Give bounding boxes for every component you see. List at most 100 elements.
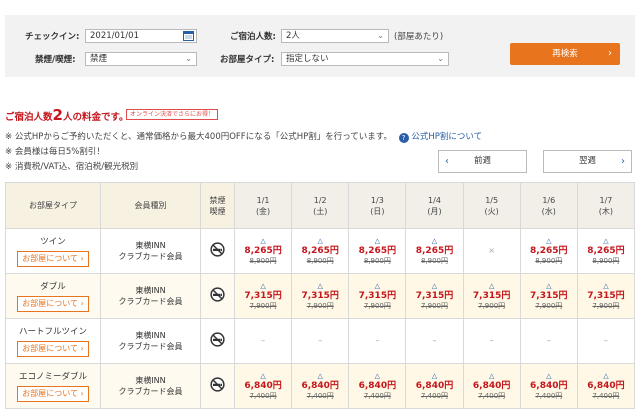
original-price: 7,900円 bbox=[592, 302, 620, 310]
no-smoking-icon bbox=[210, 287, 225, 302]
original-price: 8,900円 bbox=[420, 257, 449, 265]
help-icon[interactable]: ? bbox=[398, 133, 409, 143]
price-cell[interactable]: △ 7,315円 7,900円 bbox=[519, 273, 578, 319]
price: 8,265円 bbox=[415, 246, 454, 256]
header-room-type: お部屋タイプ bbox=[5, 182, 101, 229]
info-line-tax: ※ 消費税/VAT込、宿泊税/観光税別 bbox=[5, 162, 139, 172]
next-week-button[interactable]: 翌週 › bbox=[543, 150, 632, 173]
price-cell[interactable]: △ 8,265円 8,900円 bbox=[233, 228, 293, 274]
availability-triangle-icon: △ bbox=[603, 237, 609, 245]
no-data-dash: – bbox=[432, 336, 437, 345]
info-line-member: ※ 会員様は毎日5%割引！ bbox=[5, 147, 105, 157]
room-name: エコノミーダブル bbox=[18, 372, 87, 382]
price-cell[interactable]: △ 6,840円 7,400円 bbox=[576, 363, 636, 409]
availability-triangle-icon: △ bbox=[260, 282, 266, 290]
room-type-cell: ダブルお部屋について › bbox=[5, 273, 101, 319]
original-price: 7,400円 bbox=[592, 392, 620, 400]
original-price: 7,400円 bbox=[420, 392, 449, 400]
original-price: 7,400円 bbox=[363, 392, 391, 400]
header-date: 1/2 (土) bbox=[291, 182, 350, 229]
price-cell[interactable]: △ 7,315円 7,900円 bbox=[233, 273, 293, 319]
availability-triangle-icon: △ bbox=[374, 282, 381, 290]
table-row: ツイン お部屋について › 東横INN クラブカード会員 △ 8,265円 8,900円 △ 8… bbox=[5, 228, 636, 274]
price-cell[interactable]: △ 7,315円 7,900円 bbox=[462, 273, 521, 319]
roomtype-select[interactable]: 指定しない ⌄ bbox=[281, 52, 449, 66]
price: 6,840円 bbox=[415, 381, 454, 391]
availability-triangle-icon: △ bbox=[260, 372, 266, 380]
price: 7,315円 bbox=[358, 291, 397, 301]
room-details-button[interactable]: お部屋について › bbox=[17, 386, 89, 402]
price-cell[interactable]: △ 7,315円 7,900円 bbox=[348, 273, 407, 319]
smoking-cell bbox=[200, 273, 235, 319]
header-date: 1/5 (火) bbox=[462, 182, 521, 229]
guests-select[interactable]: 2人 ⌄ bbox=[281, 29, 389, 43]
price-cell[interactable]: △ 8,265円 8,900円 bbox=[519, 228, 578, 274]
chevron-right-icon: › bbox=[621, 156, 625, 167]
price: 8,265円 bbox=[530, 246, 568, 256]
search-button[interactable]: 再検索 › bbox=[510, 43, 620, 65]
calendar-icon[interactable] bbox=[183, 31, 194, 41]
availability-triangle-icon: △ bbox=[488, 372, 495, 380]
price: 8,265円 bbox=[358, 246, 397, 256]
price: 6,840円 bbox=[530, 381, 568, 391]
price-cell[interactable]: △ 7,315円 7,900円 bbox=[405, 273, 464, 319]
no-smoking-icon bbox=[210, 332, 225, 347]
original-price: 7,900円 bbox=[249, 302, 277, 310]
price-cell-none: – bbox=[519, 318, 578, 364]
header-member-type: 会員種別 bbox=[100, 182, 201, 229]
guests-note: (部屋あたり) bbox=[394, 32, 444, 42]
header-smoking: 禁煙 喫煙 bbox=[200, 182, 235, 229]
price-cell[interactable]: △ 6,840円 7,400円 bbox=[233, 363, 293, 409]
original-price: 7,900円 bbox=[363, 302, 391, 310]
chevron-left-icon: ‹ bbox=[445, 156, 449, 167]
availability-triangle-icon: △ bbox=[374, 237, 381, 245]
price-cell-none: – bbox=[348, 318, 407, 364]
price-cell[interactable]: △ 6,840円 7,400円 bbox=[291, 363, 350, 409]
availability-triangle-icon: △ bbox=[546, 237, 552, 245]
room-details-button[interactable]: お部屋について › bbox=[17, 296, 89, 312]
room-type-cell: エコノミーダブルお部屋について › bbox=[5, 363, 101, 409]
chevron-down-icon: ⌄ bbox=[377, 31, 384, 40]
smoking-cell bbox=[200, 228, 235, 274]
room-name: ツイン bbox=[40, 237, 66, 247]
price-cell[interactable]: △ 7,315円 7,900円 bbox=[576, 273, 636, 319]
price: 7,315円 bbox=[587, 291, 625, 301]
price: 6,840円 bbox=[472, 381, 511, 391]
no-smoking-icon bbox=[210, 242, 225, 257]
original-price: 7,900円 bbox=[535, 302, 563, 310]
price: 7,315円 bbox=[530, 291, 568, 301]
price-cell[interactable]: △ 6,840円 7,400円 bbox=[519, 363, 578, 409]
price: 7,315円 bbox=[301, 291, 339, 301]
room-name: ダブル bbox=[40, 282, 66, 292]
price-cell[interactable]: △ 7,315円 7,900円 bbox=[291, 273, 350, 319]
price-cell-none: – bbox=[291, 318, 350, 364]
price-cell[interactable]: △ 6,840円 7,400円 bbox=[462, 363, 521, 409]
price-cell[interactable]: △ 8,265円 8,900円 bbox=[576, 228, 636, 274]
header-date: 1/7 (木) bbox=[576, 182, 636, 229]
price-cell[interactable]: △ 6,840円 7,400円 bbox=[405, 363, 464, 409]
price-cell[interactable]: △ 8,265円 8,900円 bbox=[291, 228, 350, 274]
room-details-button[interactable]: お部屋について › bbox=[17, 251, 89, 267]
no-data-dash: – bbox=[261, 336, 266, 345]
smoking-select[interactable]: 禁煙 ⌄ bbox=[85, 52, 197, 66]
header-date: 1/1 (金) bbox=[233, 182, 293, 229]
availability-triangle-icon: △ bbox=[546, 282, 552, 290]
price: 8,265円 bbox=[587, 246, 625, 256]
chevron-right-icon: › bbox=[608, 48, 612, 59]
member-type-cell: 東横INN クラブカード会員 bbox=[100, 273, 201, 319]
availability-triangle-icon: △ bbox=[488, 282, 495, 290]
checkin-date-input[interactable]: 2021/01/01 bbox=[85, 29, 197, 43]
prev-week-button[interactable]: ‹ 前週 bbox=[438, 150, 527, 173]
price-cell[interactable]: △ 8,265円 8,900円 bbox=[405, 228, 464, 274]
room-details-button[interactable]: お部屋について › bbox=[17, 341, 89, 357]
member-type-cell: 東横INN クラブカード会員 bbox=[100, 363, 201, 409]
original-price: 7,400円 bbox=[535, 392, 563, 400]
availability-triangle-icon: △ bbox=[603, 372, 609, 380]
price: 6,840円 bbox=[301, 381, 339, 391]
availability-triangle-icon: △ bbox=[374, 372, 381, 380]
price: 7,315円 bbox=[244, 291, 282, 301]
price-cell[interactable]: △ 6,840円 7,400円 bbox=[348, 363, 407, 409]
price-cell[interactable]: △ 8,265円 8,900円 bbox=[348, 228, 407, 274]
no-smoking-icon bbox=[210, 377, 225, 392]
official-discount-link[interactable]: 公式HP割について bbox=[411, 132, 482, 142]
